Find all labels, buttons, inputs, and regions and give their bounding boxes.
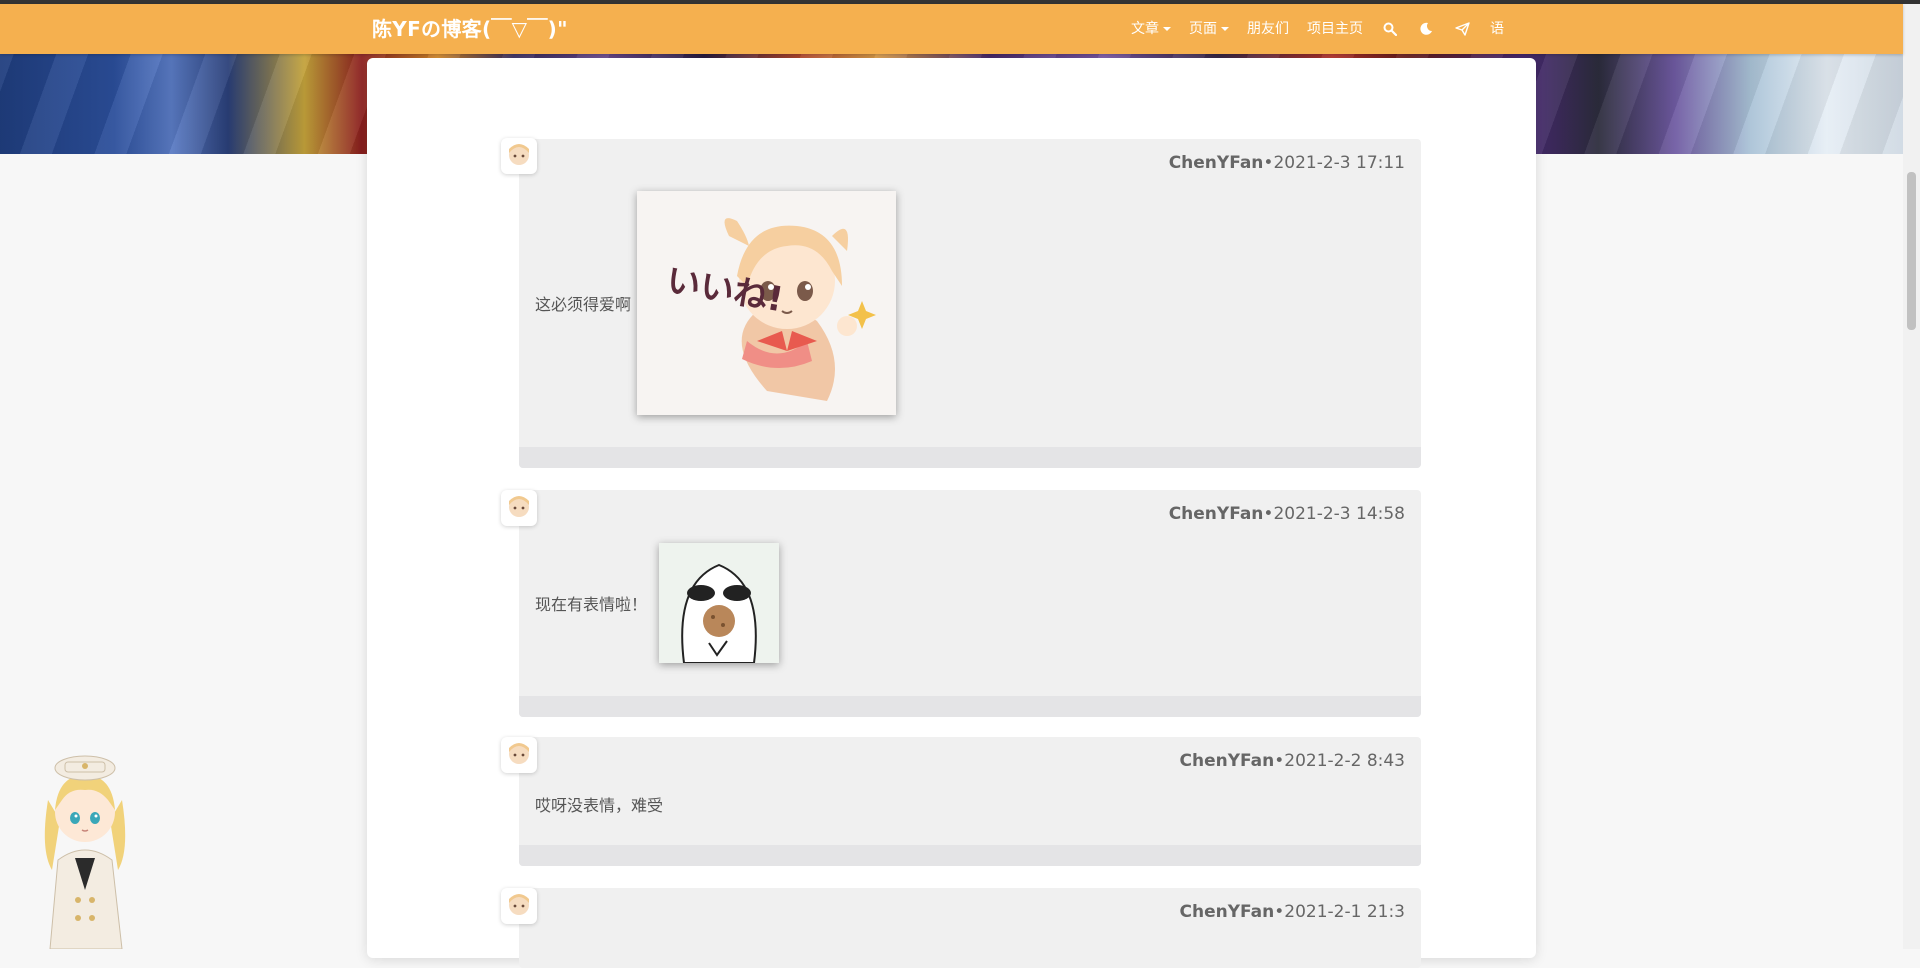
comment-footer-bar <box>519 696 1421 717</box>
comment-item: ChenYFan•2021-2-2 8:43 哎呀没表情，难受 <box>519 737 1421 866</box>
comment-item: ChenYFan•2021-2-3 14:58 现在有表情啦！ <box>519 490 1421 717</box>
comment-meta: ChenYFan•2021-2-3 14:58 <box>1169 504 1405 524</box>
comment-text: 这必须得爱啊 <box>535 295 632 314</box>
cookie-eating-face-sticker <box>659 543 780 663</box>
comment-time: 2021-2-3 17:11 <box>1273 153 1405 173</box>
site-brand[interactable]: 陈YFの博客(￣▽￣)" <box>372 4 568 54</box>
paper-plane-icon[interactable] <box>1444 4 1481 54</box>
avatar[interactable] <box>501 737 537 773</box>
comment-time: 2021-2-2 8:43 <box>1284 751 1405 771</box>
comment-item: ChenYFan•2021-2-1 21:3 <box>519 888 1421 968</box>
comment-body: 哎呀没表情，难受 <box>535 792 663 816</box>
nav-item-project-home[interactable]: 项目主页 <box>1298 4 1372 54</box>
comment-meta: ChenYFan•2021-2-1 21:3 <box>1180 902 1406 922</box>
comment-meta: ChenYFan•2021-2-3 17:11 <box>1169 153 1405 173</box>
comment-author[interactable]: ChenYFan <box>1169 153 1264 173</box>
comment-body: 这必须得爱啊 いいね! <box>535 191 897 415</box>
comment-meta: ChenYFan•2021-2-2 8:43 <box>1180 751 1406 771</box>
comment-footer-bar <box>519 447 1421 468</box>
comment-text: 现在有表情啦！ <box>535 595 648 614</box>
page-scrollbar[interactable] <box>1903 4 1920 949</box>
avatar[interactable] <box>501 138 537 174</box>
nav-menu: 文章 页面 朋友们 项目主页 语 <box>1122 4 1513 54</box>
comment-body: 现在有表情啦！ <box>535 543 780 663</box>
avatar[interactable] <box>501 888 537 924</box>
comments-card: ChenYFan•2021-2-3 17:11 这必须得爱啊 いいね! Chen… <box>367 58 1536 968</box>
nav-pages-label: 页面 <box>1189 21 1217 37</box>
meta-separator: • <box>1263 504 1274 524</box>
comment-author[interactable]: ChenYFan <box>1180 902 1275 922</box>
search-icon[interactable] <box>1372 4 1408 54</box>
navbar: 陈YFの博客(￣▽￣)" 文章 页面 朋友们 项目主页 语 <box>0 4 1903 54</box>
nav-item-friends[interactable]: 朋友们 <box>1238 4 1298 54</box>
nav-articles-label: 文章 <box>1131 21 1159 37</box>
mascot-character[interactable] <box>30 740 140 950</box>
moon-icon[interactable] <box>1408 4 1444 54</box>
comment-text: 哎呀没表情，难受 <box>535 796 664 815</box>
nav-item-pages[interactable]: 页面 <box>1180 4 1238 54</box>
avatar[interactable] <box>501 490 537 526</box>
meta-separator: • <box>1263 153 1274 173</box>
comment-author[interactable]: ChenYFan <box>1180 751 1275 771</box>
language-toggle[interactable]: 语 <box>1481 4 1513 54</box>
comment-item: ChenYFan•2021-2-3 17:11 这必须得爱啊 いいね! <box>519 139 1421 468</box>
meta-separator: • <box>1274 751 1285 771</box>
comment-footer-bar <box>519 845 1421 866</box>
girl-thumbs-up-sticker: いいね! <box>637 191 897 415</box>
nav-item-articles[interactable]: 文章 <box>1122 4 1180 54</box>
comment-time: 2021-2-3 14:58 <box>1273 504 1405 524</box>
caret-down-icon <box>1221 27 1229 31</box>
scrollbar-thumb[interactable] <box>1907 172 1916 330</box>
comment-author[interactable]: ChenYFan <box>1169 504 1264 524</box>
caret-down-icon <box>1163 27 1171 31</box>
comment-time: 2021-2-1 21:3 <box>1284 902 1405 922</box>
meta-separator: • <box>1274 902 1285 922</box>
